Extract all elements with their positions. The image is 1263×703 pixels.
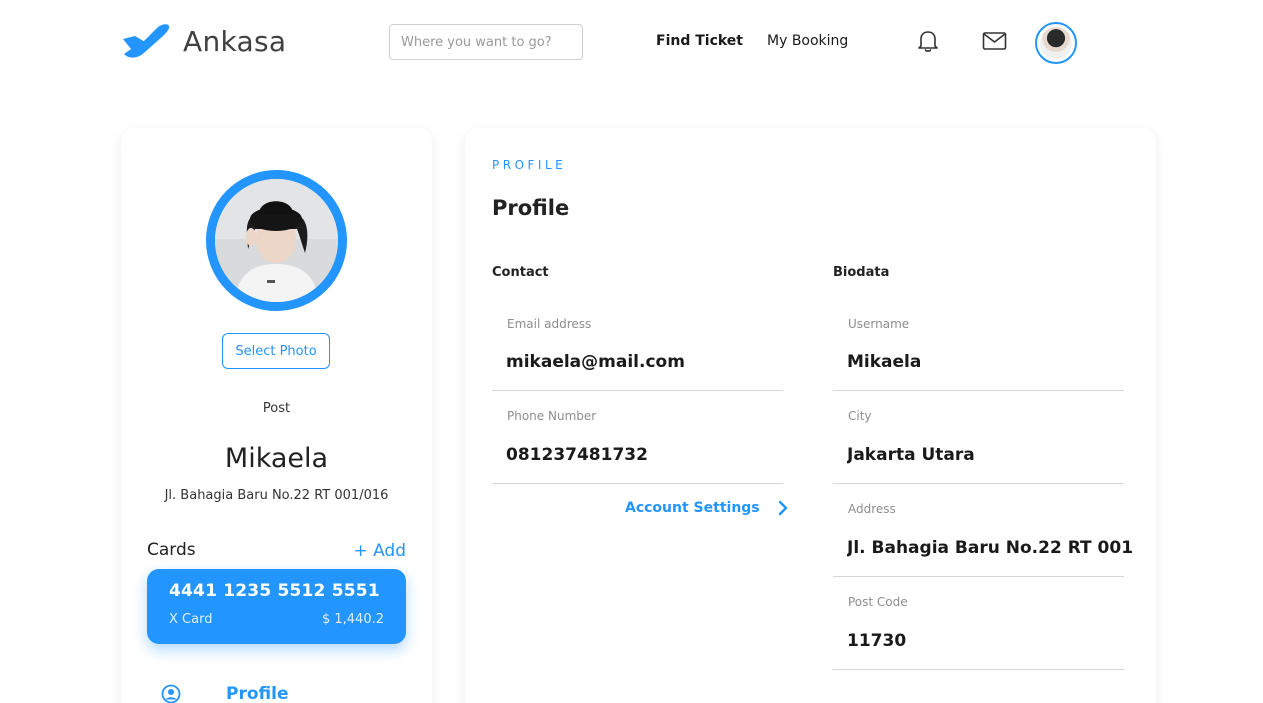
username-field[interactable]	[847, 349, 1117, 375]
city-label: City	[848, 409, 872, 423]
account-settings-label: Account Settings	[625, 500, 760, 516]
postcode-divider	[833, 669, 1124, 670]
address-field[interactable]	[847, 535, 1137, 561]
user-name: Mikaela	[224, 443, 329, 474]
contact-heading: Contact	[492, 265, 549, 280]
profile-panel: PROFILE Profile Contact Biodata Email ad…	[465, 128, 1156, 703]
nav-find-ticket[interactable]: Find Ticket	[656, 33, 743, 49]
phone-field[interactable]	[506, 442, 776, 468]
plane-logo-icon	[123, 24, 170, 58]
user-avatar[interactable]	[1035, 22, 1077, 64]
select-photo-button[interactable]: Select Photo	[222, 333, 330, 369]
sidebar-item-label: Profile	[226, 684, 289, 703]
email-divider	[492, 390, 783, 391]
card-name: X Card	[169, 612, 213, 627]
avatar-image	[1040, 27, 1072, 59]
postcode-label: Post Code	[848, 595, 908, 609]
address-label: Address	[848, 502, 896, 516]
brand-name: Ankasa	[183, 24, 287, 58]
card-balance: $ 1,440.2	[321, 612, 384, 627]
sidebar-item-profile[interactable]: Profile	[161, 684, 288, 703]
mail-icon	[982, 32, 1006, 50]
profile-sidebar: Select Photo Post Mikaela Jl. Bahagia Ba…	[121, 128, 432, 703]
notifications-button[interactable]	[915, 28, 941, 54]
address-divider	[833, 576, 1124, 577]
section-eyebrow: PROFILE	[492, 158, 567, 172]
phone-label: Phone Number	[507, 409, 597, 423]
credit-card[interactable]: 4441 1235 5512 5551 X Card $ 1,440.2	[147, 569, 406, 644]
account-settings-link[interactable]: Account Settings	[625, 500, 788, 516]
profile-photo	[206, 170, 347, 311]
bell-icon	[918, 31, 938, 52]
username-divider	[833, 390, 1124, 391]
messages-button[interactable]	[981, 28, 1007, 54]
username-label: Username	[848, 317, 910, 331]
card-number: 4441 1235 5512 5551	[169, 581, 380, 601]
user-address: Jl. Bahagia Baru No.22 RT 001/016	[164, 488, 389, 503]
cards-heading: Cards	[147, 540, 196, 560]
city-field[interactable]	[847, 442, 1117, 468]
profile-page: Ankasa Find Ticket My Booking	[0, 0, 1263, 703]
search-input[interactable]	[389, 24, 583, 60]
page-title: Profile	[492, 196, 570, 220]
add-card-button[interactable]: + Add	[353, 541, 406, 561]
nav-my-booking[interactable]: My Booking	[767, 33, 848, 49]
profile-photo-image	[215, 179, 338, 302]
user-circle-icon	[161, 684, 181, 703]
biodata-heading: Biodata	[833, 265, 890, 280]
chevron-right-icon	[778, 500, 787, 516]
email-field[interactable]	[506, 349, 776, 375]
email-label: Email address	[507, 317, 592, 331]
user-role: Post	[262, 401, 291, 416]
postcode-field[interactable]	[847, 628, 1117, 654]
phone-divider	[492, 483, 783, 484]
brand-logo[interactable]: Ankasa	[121, 22, 286, 60]
city-divider	[833, 483, 1124, 484]
